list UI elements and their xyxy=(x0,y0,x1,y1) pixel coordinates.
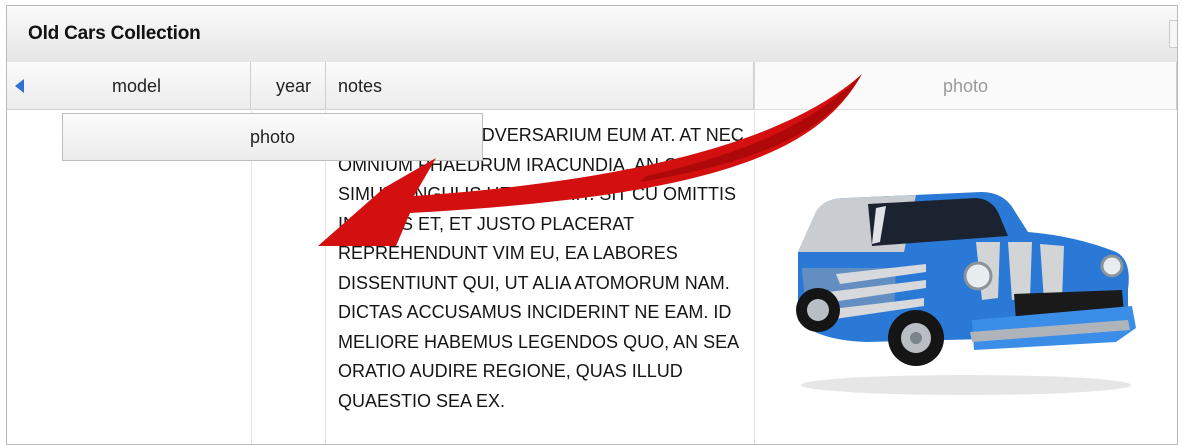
car-photo xyxy=(796,192,1136,395)
panel-title: Old Cars Collection xyxy=(28,23,201,44)
drag-proxy-label: photo xyxy=(249,127,296,147)
triangle-left-icon[interactable] xyxy=(15,79,24,93)
drag-proxy-photo[interactable]: photo xyxy=(62,113,483,161)
column-divider xyxy=(754,111,755,444)
column-header-notes-label: notes xyxy=(338,76,383,96)
header-tool-button[interactable] xyxy=(1169,20,1177,48)
column-header-year[interactable]: year xyxy=(251,62,326,110)
notes-cell: Vero essent adversarium eum at. At nec o… xyxy=(338,125,744,411)
column-header-model-label: model xyxy=(111,76,162,96)
column-header-year-label: year xyxy=(275,76,311,96)
column-header-photo-label: photo xyxy=(942,76,989,96)
panel-header: Old Cars Collection xyxy=(7,6,1177,63)
column-header-row: model year notes photo xyxy=(7,62,1177,111)
column-header-model[interactable]: model xyxy=(7,62,251,110)
column-header-photo[interactable]: photo xyxy=(754,62,1177,110)
column-header-notes[interactable]: notes xyxy=(326,62,754,110)
